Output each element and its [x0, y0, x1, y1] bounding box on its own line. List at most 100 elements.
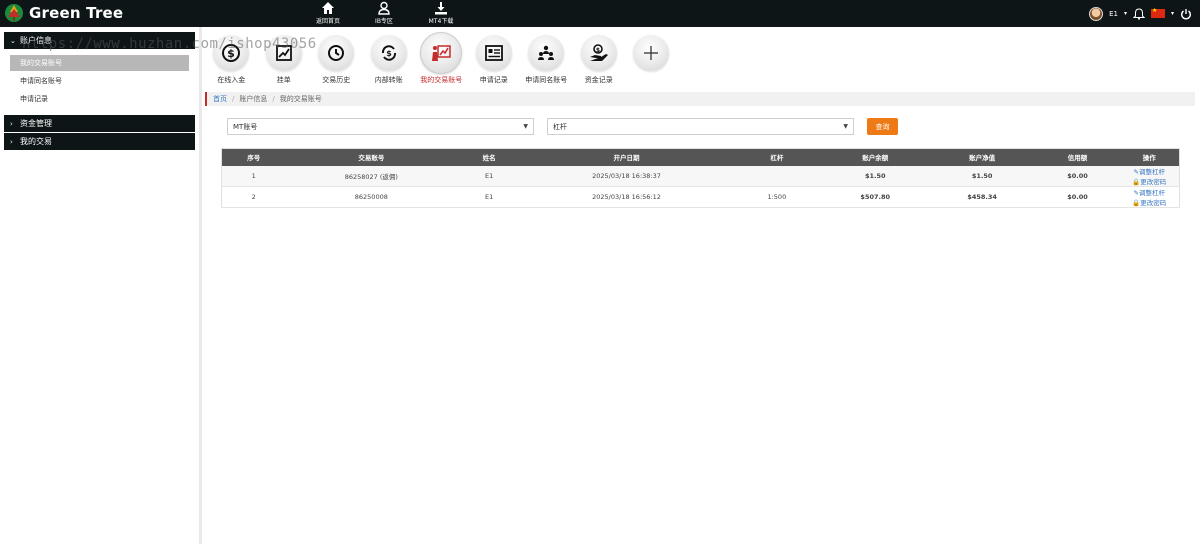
cell-leverage: 1:500	[731, 186, 822, 208]
nav-home[interactable]: 返回首页	[298, 1, 358, 25]
sidebar-item-apply-records[interactable]: 申请记录	[10, 91, 189, 107]
change-password-label: 更改密码	[1140, 177, 1167, 186]
home-icon	[322, 2, 334, 14]
tool-trade-history[interactable]: 交易历史	[310, 30, 363, 90]
tool-apply-same-name-account[interactable]: 申请同名账号	[520, 30, 573, 90]
tool-circle	[318, 35, 355, 71]
cell-name: E1	[457, 165, 522, 187]
sidebar-item-label: 我的交易账号	[20, 59, 62, 67]
username[interactable]: E1	[1109, 10, 1118, 18]
quick-toolbar: $ 在线入金 挂单 交易历史 $ 内部转账 我的交易账号 申请记录 申请同名账号…	[205, 30, 678, 90]
tool-my-trading-account[interactable]: 我的交易账号	[415, 30, 468, 90]
tree-logo-icon	[5, 4, 23, 22]
sidebar-group-account-info[interactable]: ⌄ 账户信息	[4, 32, 195, 49]
user-caret-icon[interactable]: ▾	[1124, 10, 1127, 17]
breadcrumb-separator: /	[272, 95, 275, 103]
col-header: 杠杆	[731, 148, 822, 166]
nav-home-label: 返回首页	[315, 18, 340, 25]
breadcrumb-home[interactable]: 首页	[213, 94, 227, 104]
adjust-leverage-link[interactable]: ✎调整杠杆	[1134, 168, 1165, 176]
svg-text:$: $	[227, 47, 235, 60]
sidebar-item-my-trading-account[interactable]: 我的交易账号	[10, 55, 189, 71]
cell-credit: $0.00	[1035, 165, 1120, 187]
nav-ib[interactable]: IB专区	[354, 1, 414, 25]
query-button[interactable]: 查询	[867, 118, 898, 135]
cell-account: 86250008	[285, 186, 458, 208]
trading-accounts-table: 序号 交易账号 姓名 开户日期 杠杆 账户余额 账户净值 信用额 操作 1 86…	[221, 148, 1180, 208]
chevron-right-icon: ›	[10, 137, 13, 146]
tool-label: 资金记录	[584, 76, 613, 84]
tool-label: 在线入金	[217, 76, 246, 84]
tool-label: 内部转账	[374, 76, 403, 84]
sidebar-item-apply-same-name[interactable]: 申请同名账号	[10, 73, 189, 89]
caret-down-icon: ▼	[523, 123, 528, 130]
table-row: 1 86258027 (返佣) E1 2025/03/18 16:38:37 $…	[221, 165, 1180, 187]
col-header: 开户日期	[521, 148, 732, 166]
adjust-leverage-label: 调整杠杆	[1138, 167, 1165, 176]
tool-circle: $	[580, 35, 617, 71]
col-header: 交易账号	[285, 148, 458, 166]
col-header: 姓名	[457, 148, 522, 166]
sidebar-group-my-trades[interactable]: › 我的交易	[4, 133, 195, 150]
sidebar-item-label: 申请同名账号	[20, 77, 62, 85]
sidebar-group-label: 账户信息	[20, 36, 52, 45]
brand[interactable]: Green Tree	[4, 1, 123, 25]
tool-label: 挂单	[276, 76, 291, 84]
change-password-link[interactable]: 🔒更改密码	[1132, 178, 1166, 186]
cell-name: E1	[457, 186, 522, 208]
sidebar-group-funds[interactable]: › 资金管理	[4, 115, 195, 132]
tool-circle	[265, 35, 302, 71]
col-header: 操作	[1119, 148, 1180, 166]
col-header: 序号	[221, 148, 286, 166]
tool-pending-order[interactable]: 挂单	[258, 30, 311, 90]
cell-credit: $0.00	[1035, 186, 1120, 208]
breadcrumb-account-info[interactable]: 账户信息	[239, 94, 267, 104]
leverage-select[interactable]: 杠杆 ▼	[547, 118, 854, 135]
power-icon[interactable]	[1180, 8, 1192, 20]
tool-circle: $	[370, 35, 407, 71]
svg-text:$: $	[596, 47, 600, 54]
cell-leverage	[731, 165, 822, 187]
sidebar-group-label: 我的交易	[20, 137, 52, 146]
tool-internal-transfer[interactable]: $ 内部转账	[363, 30, 416, 90]
tool-circle	[420, 32, 463, 74]
caret-down-icon: ▼	[843, 123, 848, 130]
tool-apply-records[interactable]: 申请记录	[468, 30, 521, 90]
change-password-link[interactable]: 🔒更改密码	[1132, 199, 1166, 207]
bell-icon[interactable]	[1132, 7, 1145, 20]
trading-account-icon	[432, 45, 451, 61]
money-hand-icon: $	[589, 44, 608, 61]
china-flag-icon[interactable]	[1150, 7, 1165, 18]
tool-fund-records[interactable]: $ 资金记录	[573, 30, 626, 90]
history-icon	[328, 45, 345, 61]
avatar[interactable]	[1089, 6, 1104, 21]
sidebar-group-label: 资金管理	[20, 119, 52, 128]
cell-balance: $507.80	[821, 186, 929, 208]
change-password-label: 更改密码	[1140, 198, 1167, 207]
nav-ib-label: IB专区	[375, 18, 393, 25]
adjust-leverage-label: 调整杠杆	[1138, 188, 1165, 197]
tool-label: 申请记录	[479, 76, 508, 84]
breadcrumb-separator: /	[232, 95, 235, 103]
transfer-icon: $	[381, 45, 396, 61]
nav-mt4-download[interactable]: MT4下载	[411, 1, 471, 25]
col-header: 账户净值	[928, 148, 1036, 166]
col-header: 账户余额	[821, 148, 929, 166]
adjust-leverage-link[interactable]: ✎调整杠杆	[1134, 189, 1165, 197]
leverage-select-value: 杠杆	[553, 122, 567, 131]
cell-no: 1	[221, 165, 286, 187]
sidebar: ⌄ 账户信息 我的交易账号 申请同名账号 申请记录 › 资金管理 › 我的交易	[0, 27, 202, 544]
tool-online-deposit[interactable]: $ 在线入金	[205, 30, 258, 90]
mt-account-select[interactable]: MT账号 ▼	[227, 118, 534, 135]
tool-label: 申请同名账号	[525, 76, 568, 84]
lang-caret-icon[interactable]: ▾	[1171, 10, 1174, 17]
table-row: 2 86250008 E1 2025/03/18 16:56:12 1:500 …	[221, 186, 1180, 208]
top-right-tools: E1 ▾ ▾	[1089, 0, 1192, 27]
brand-name: Green Tree	[29, 4, 124, 22]
tool-circle	[475, 35, 512, 71]
cell-date: 2025/03/18 16:56:12	[521, 186, 732, 208]
tool-circle: $	[213, 35, 250, 71]
tool-add[interactable]	[625, 30, 678, 90]
top-bar: Green Tree 返回首页 IB专区 MT4下载 E1 ▾ ▾	[0, 0, 1200, 27]
tool-circle	[528, 35, 565, 71]
